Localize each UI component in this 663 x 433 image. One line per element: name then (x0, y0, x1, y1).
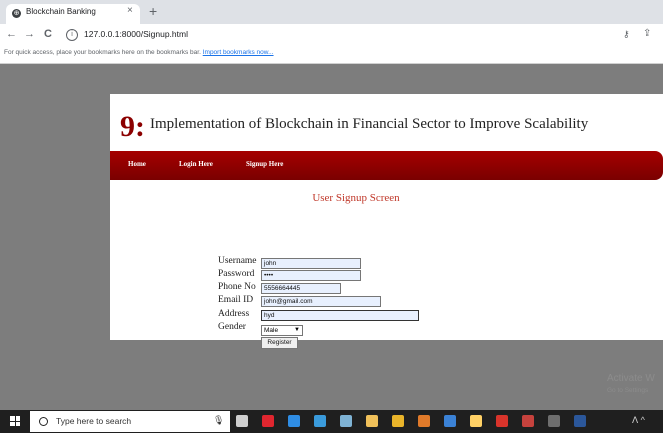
gender-select[interactable]: Male ▼ (261, 325, 303, 336)
microphone-icon[interactable]: 🎙 (213, 415, 224, 426)
bass-clef-logo-icon: 9: (120, 110, 145, 143)
bookmarks-bar: For quick access, place your bookmarks h… (0, 46, 663, 64)
email-label: Email ID (218, 295, 254, 305)
phone-input[interactable]: 5556664445 (261, 283, 341, 294)
explorer-app-icon[interactable] (314, 415, 326, 427)
signup-heading: User Signup Screen (312, 192, 400, 204)
windows-start-icon[interactable] (10, 416, 20, 426)
url-text[interactable]: 127.0.0.1:8000/Signup.html (84, 29, 188, 39)
edge-app-icon[interactable] (288, 415, 300, 427)
search-placeholder: Type here to search (56, 416, 132, 426)
activate-windows-subtext: Go to Settings (607, 387, 649, 394)
app-app-icon[interactable] (522, 415, 534, 427)
page-viewport: 9: Implementation of Blockchain in Finan… (0, 64, 663, 410)
windows-taskbar: Type here to search 🎙 ᐱ ^ (0, 410, 663, 433)
globe-icon: ⊕ (12, 9, 21, 18)
task-view-app-icon[interactable] (236, 415, 248, 427)
activate-windows-watermark: Activate W (607, 373, 655, 384)
reload-icon[interactable]: C (44, 27, 52, 41)
email-input[interactable]: john@gmail.com (261, 296, 381, 307)
site-title: Implementation of Blockchain in Financia… (150, 116, 589, 132)
tray-chevron-icon[interactable]: ᐱ ^ (632, 415, 645, 426)
content-container: 9: Implementation of Blockchain in Finan… (110, 94, 663, 349)
photos-app-icon[interactable] (444, 415, 456, 427)
address-input[interactable]: hyd (261, 310, 419, 321)
address-bar[interactable]: i 127.0.0.1:8000/Signup.html (66, 26, 626, 44)
browser-toolbar: ← → C i 127.0.0.1:8000/Signup.html ⚷ ⇪ (0, 24, 663, 46)
store-app-icon[interactable] (366, 415, 378, 427)
share-icon[interactable]: ⇪ (643, 28, 651, 39)
username-label: Username (218, 256, 257, 266)
new-tab-button[interactable]: + (149, 3, 157, 19)
back-arrow-icon[interactable]: ← (6, 27, 17, 41)
opera-app-icon[interactable] (262, 415, 274, 427)
chevron-down-icon: ▼ (294, 327, 300, 333)
notepad-app-icon[interactable] (340, 415, 352, 427)
gender-value: Male (264, 327, 279, 334)
phone-label: Phone No (218, 282, 256, 292)
browser-tab[interactable]: ⊕ Blockchain Banking × (6, 4, 140, 24)
main-navbar: Home Login Here Signup Here (110, 151, 663, 180)
close-tab-icon[interactable]: × (127, 5, 133, 16)
files-app-icon[interactable] (470, 415, 482, 427)
address-label: Address (218, 309, 250, 319)
terminal-app-icon[interactable] (548, 415, 560, 427)
info-icon[interactable]: i (66, 29, 78, 41)
browser-tabstrip: ⊕ Blockchain Banking × + (0, 0, 663, 24)
chrome-app-icon[interactable] (392, 415, 404, 427)
word-app-icon[interactable] (574, 415, 586, 427)
forward-arrow-icon[interactable]: → (24, 27, 35, 41)
register-button[interactable]: Register (261, 337, 298, 349)
import-bookmarks-link[interactable]: Import bookmarks now... (203, 49, 274, 56)
paint-app-icon[interactable] (418, 415, 430, 427)
key-icon[interactable]: ⚷ (623, 29, 630, 40)
bookmarks-hint-text: For quick access, place your bookmarks h… (4, 49, 201, 56)
username-input[interactable]: john (261, 258, 361, 269)
nav-home-link[interactable]: Home (128, 160, 146, 168)
password-input[interactable]: •••• (261, 270, 361, 281)
nav-login-link[interactable]: Login Here (179, 160, 213, 168)
password-label: Password (218, 269, 255, 279)
taskbar-search-box[interactable]: Type here to search 🎙 (30, 411, 230, 432)
search-circle-icon (39, 417, 48, 426)
nav-signup-link[interactable]: Signup Here (246, 160, 283, 168)
gender-label: Gender (218, 322, 246, 332)
tab-title: Blockchain Banking (26, 7, 96, 16)
bookmarks-hint: For quick access, place your bookmarks h… (4, 49, 274, 56)
pdf-app-icon[interactable] (496, 415, 508, 427)
